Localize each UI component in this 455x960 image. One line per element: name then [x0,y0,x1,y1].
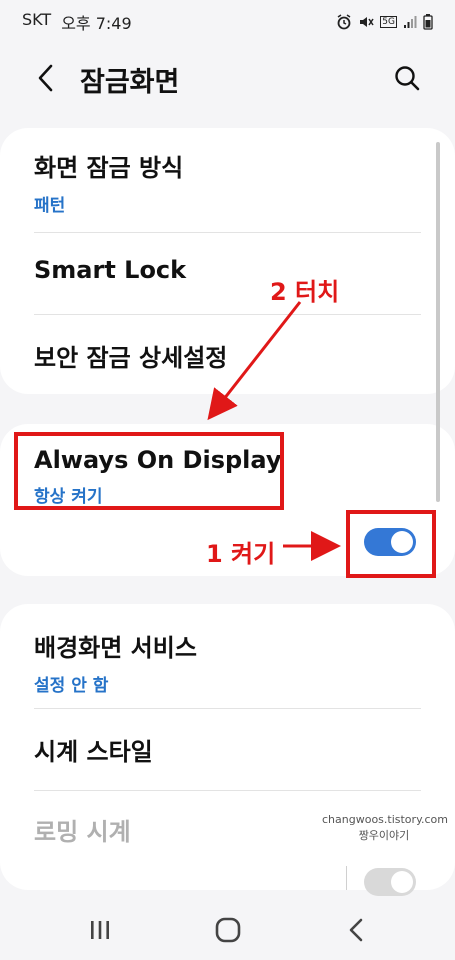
back-arrow-icon [349,918,363,942]
divider [34,790,421,791]
lock-type-value: 패턴 [34,196,66,216]
scrollbar[interactable] [436,142,440,502]
watermark: changwoos.tistory.com 짱우이야기 [322,812,448,844]
search-icon [395,66,420,91]
wallpaper-services-title: 배경화면 서비스 [34,634,197,662]
step2-annotation: 2 터치 [270,278,340,306]
search-button[interactable] [387,58,427,98]
divider [34,232,421,233]
battery-icon [423,14,433,30]
mute-icon [360,17,374,27]
signal-icon [404,16,417,28]
secure-lock-settings-title: 보안 잠금 상세설정 [34,344,228,372]
recent-apps-icon [91,921,109,939]
clock-settings-card: 배경화면 서비스 설정 안 함 시계 스타일 로밍 시계 [0,604,455,896]
clock-style-title: 시계 스타일 [34,738,153,766]
app-bar: 잠금화면 [0,44,455,112]
security-settings-card: 화면 잠금 방식 패턴 Smart Lock 보안 잠금 상세설정 [0,128,455,394]
navigation-bar [0,900,455,960]
aod-highlight-box [14,432,284,510]
clock-style-item[interactable]: 시계 스타일 [34,732,421,767]
smart-lock-title: Smart Lock [34,256,187,284]
roaming-clock-toggle[interactable] [364,868,416,896]
toggle-knob [391,871,413,893]
watermark-name: 짱우이야기 [358,829,410,842]
watermark-url: changwoos.tistory.com [322,813,448,826]
divider [34,314,421,315]
secure-lock-settings-item[interactable]: 보안 잠금 상세설정 [34,338,421,373]
wallpaper-services-value: 설정 안 함 [34,676,109,696]
home-icon [215,917,241,943]
status-bar: SKT 오후 7:49 5G [0,0,455,44]
page-title: 잠금화면 [80,67,180,98]
alarm-icon [337,14,351,30]
back-button[interactable] [26,58,66,98]
wallpaper-services-item[interactable]: 배경화면 서비스 설정 안 함 [34,628,421,696]
clock-label: 오후 7:49 [61,14,132,33]
lock-type-title: 화면 잠금 방식 [34,154,184,182]
recent-apps-button[interactable] [78,910,122,950]
network-type-label: 5G [380,16,397,28]
step1-annotation: 1 켜기 [206,540,276,568]
chevron-left-icon [38,64,53,92]
smart-lock-item[interactable]: Smart Lock [34,256,421,284]
back-nav-button[interactable] [334,910,378,950]
home-button[interactable] [206,910,250,950]
carrier-label: SKT [22,10,52,29]
divider [34,708,421,709]
toggle-separator [346,866,347,890]
lock-type-item[interactable]: 화면 잠금 방식 패턴 [34,148,421,216]
toggle-highlight-box [346,510,436,578]
